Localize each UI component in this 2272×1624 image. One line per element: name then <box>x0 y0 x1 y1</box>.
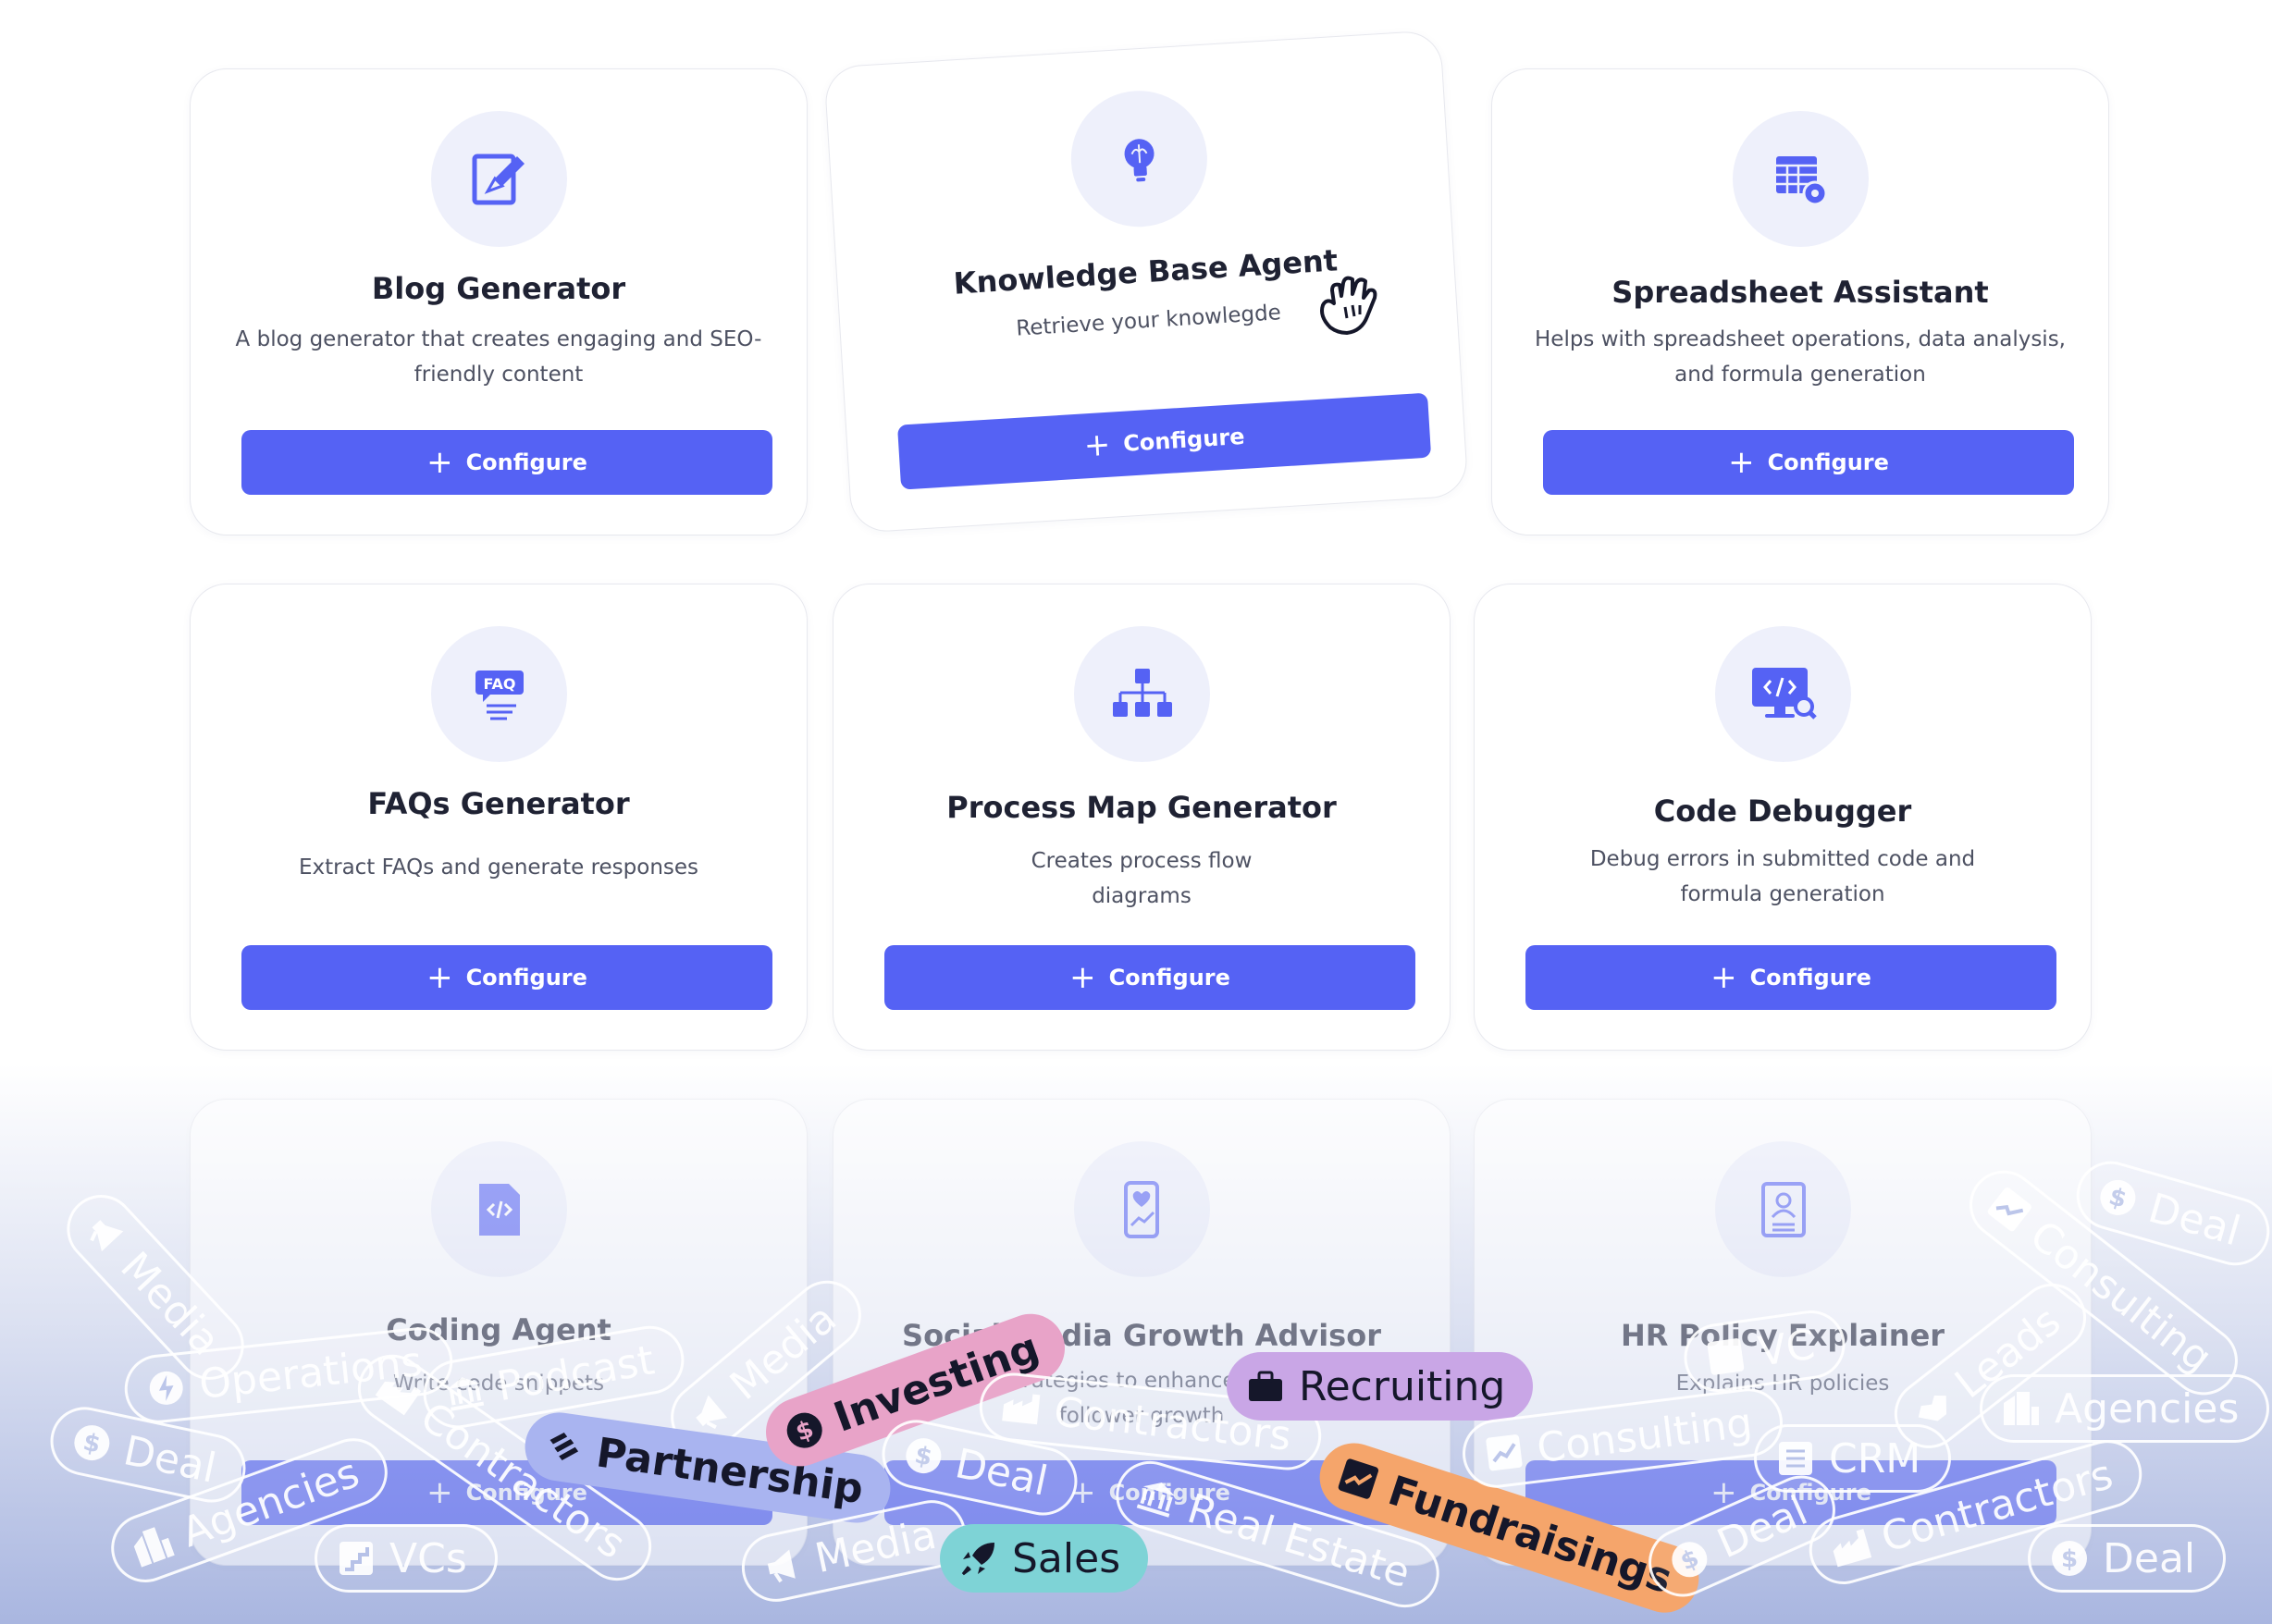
configure-label: Configure <box>1749 965 1871 990</box>
configure-button[interactable]: + Configure <box>241 945 772 1010</box>
card-title: Social Media Growth Advisor <box>902 1318 1381 1353</box>
dollar-icon: $ <box>2093 1173 2142 1223</box>
card-description: Creates process flow diagrams <box>1031 849 1253 908</box>
plus-icon: + <box>426 1474 453 1511</box>
lightbulb-brain-icon <box>1067 86 1212 231</box>
card-description: A blog generator that creates engaging a… <box>235 327 762 387</box>
spreadsheet-assistant-card: Spreadsheet Assistant Helps with spreads… <box>1491 68 2109 535</box>
plus-icon: + <box>1710 959 1737 996</box>
social-media-growth-advisor-card: Social Media Growth Advisor Suggests str… <box>833 1099 1451 1566</box>
svg-text:$: $ <box>80 1429 103 1459</box>
plus-icon: + <box>1082 425 1112 465</box>
card-description: Suggests strategies to enhance engagemen… <box>898 1369 1385 1428</box>
card-description: Debug errors in submitted code and formu… <box>1589 847 1976 906</box>
card-title: Code Debugger <box>1653 794 1912 829</box>
configure-label: Configure <box>1767 449 1889 475</box>
plus-icon: + <box>1710 1474 1737 1511</box>
code-monitor-search-icon <box>1715 626 1851 762</box>
card-title: Spreadsheet Assistant <box>1611 275 1989 310</box>
configure-button[interactable]: + Configure <box>241 1460 772 1525</box>
configure-button[interactable]: + Configure <box>1543 430 2074 495</box>
configure-label: Configure <box>1749 1480 1871 1506</box>
faq-icon: FAQ <box>431 626 567 762</box>
tag-label: Deal <box>2142 1184 2246 1255</box>
configure-label: Configure <box>465 449 587 475</box>
configure-button[interactable]: + Configure <box>1525 1460 2056 1525</box>
plus-icon: + <box>426 444 453 481</box>
code-debugger-card: Code Debugger Debug errors in submitted … <box>1474 584 2092 1051</box>
document-person-icon <box>1715 1141 1851 1277</box>
card-description: Write code snippets <box>392 1372 605 1396</box>
grab-cursor-icon <box>1320 276 1377 335</box>
configure-label: Configure <box>465 965 587 990</box>
plus-icon: + <box>426 959 453 996</box>
blog-generator-card: Blog Generator A blog generator that cre… <box>190 68 808 535</box>
configure-button[interactable]: + Configure <box>1525 945 2056 1010</box>
configure-label: Configure <box>1122 423 1246 457</box>
svg-text:FAQ: FAQ <box>483 675 515 693</box>
faqs-generator-card: FAQ FAQs Generator Extract FAQs and gene… <box>190 584 808 1051</box>
blog-edit-icon <box>431 111 567 247</box>
card-title: Blog Generator <box>371 271 626 306</box>
buildings-icon <box>127 1519 179 1571</box>
spreadsheet-gear-icon <box>1733 111 1869 247</box>
dollar-icon: $ <box>68 1419 116 1467</box>
card-description: Helps with spreadsheet operations, data … <box>1535 327 2066 387</box>
configure-button[interactable]: + Configure <box>884 945 1415 1010</box>
card-title: Coding Agent <box>386 1312 611 1347</box>
configure-label: Configure <box>465 1480 587 1506</box>
card-title: Process Map Generator <box>946 790 1337 825</box>
configure-label: Configure <box>1108 1480 1230 1506</box>
card-title: FAQs Generator <box>367 786 630 821</box>
svg-text:$: $ <box>2105 1183 2130 1214</box>
process-map-generator-card: Process Map Generator Creates process fl… <box>833 584 1451 1051</box>
org-chart-icon <box>1074 626 1210 762</box>
configure-button[interactable]: + Configure <box>884 1460 1415 1525</box>
hr-policy-explainer-card: HR Policy Explainer Explains HR policies… <box>1474 1099 2092 1566</box>
plus-icon: + <box>1728 444 1755 481</box>
configure-button[interactable]: + Configure <box>241 430 772 495</box>
phone-growth-icon <box>1074 1141 1210 1277</box>
configure-button[interactable]: + Configure <box>896 392 1432 490</box>
coding-agent-card: Coding Agent Write code snippets + Config… <box>190 1099 808 1566</box>
plus-icon: + <box>1069 1474 1096 1511</box>
bolt-icon <box>144 1366 189 1410</box>
card-title: HR Policy Explainer <box>1620 1318 1945 1353</box>
megaphone-icon <box>78 1206 135 1263</box>
tag-deal: $ Deal <box>2068 1152 2272 1274</box>
configure-label: Configure <box>1108 965 1230 990</box>
code-file-icon <box>431 1141 567 1277</box>
plus-icon: + <box>1069 959 1096 996</box>
tag-label: Deal <box>2103 1534 2196 1582</box>
card-description: Explains HR policies <box>1675 1372 1890 1396</box>
card-description: Extract FAQs and generate responses <box>298 855 699 880</box>
